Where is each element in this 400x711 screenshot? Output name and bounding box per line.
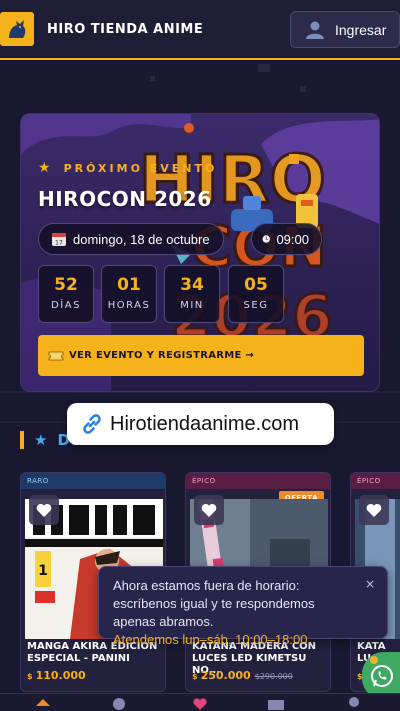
star-icon: ★ (34, 431, 48, 449)
countdown-hours-unit: HORAS (107, 300, 151, 311)
url-chip[interactable]: Hirotiendaanime.com (67, 403, 334, 445)
cart-icon (268, 700, 284, 710)
search-icon (113, 698, 125, 710)
price-value: 110.000 (35, 669, 86, 682)
status-dot (370, 656, 378, 664)
rarity-label: ÉPICO (186, 473, 330, 489)
top-header: HIRO TIENDA ANIME Ingresar (0, 0, 400, 60)
event-time: 09:00 (276, 231, 309, 247)
event-time-pill: 09:00 (251, 223, 322, 255)
home-icon (36, 699, 50, 706)
brand-logo[interactable] (0, 12, 34, 46)
event-eyebrow-text: PRÓXIMO EVENTO (63, 161, 218, 175)
heart-icon (36, 503, 52, 517)
dragon-icon (9, 20, 26, 38)
price-currency: $ (27, 672, 33, 681)
brand-name[interactable]: HIRO TIENDA ANIME (47, 22, 203, 37)
event-date-pill: 17 domingo, 18 de octubre (38, 223, 224, 255)
section-accent-bar (20, 431, 24, 449)
off-hours-notice: Ahora estamos fuera de horario: escríben… (98, 566, 388, 647)
countdown-minutes-value: 34 (180, 275, 204, 295)
close-icon[interactable]: × (365, 577, 375, 591)
calendar-icon: 17 (52, 233, 66, 247)
rarity-label: RARO (21, 473, 165, 489)
price-currency: $ (192, 672, 198, 681)
favorite-button[interactable] (359, 495, 389, 525)
price-value: 250.000 (200, 669, 251, 682)
event-eyebrow: ★ PRÓXIMO EVENTO (38, 160, 217, 176)
product-price: $250.000 $290.000 (192, 669, 293, 682)
countdown-hours: 01 HORAS (101, 265, 157, 323)
user-icon (349, 697, 359, 707)
link-icon (83, 414, 101, 434)
svg-text:17: 17 (55, 240, 63, 247)
countdown-days-unit: DÍAS (51, 300, 81, 311)
notice-message: Ahora estamos fuera de horario: escríben… (113, 578, 315, 629)
heart-icon (193, 698, 207, 710)
notice-hours: Atendemos lun–sáb, 10:00–18:00. (113, 632, 312, 647)
countdown-minutes-unit: MIN (180, 300, 204, 311)
event-register-button[interactable]: VER EVENTO Y REGISTRARME → (38, 335, 364, 376)
old-price: $290.000 (254, 672, 293, 681)
event-date: domingo, 18 de octubre (73, 231, 210, 247)
countdown-days: 52 DÍAS (38, 265, 94, 323)
event-card[interactable]: HIRO CON 2026 ★ PRÓXIMO EVENTO HIROCON 2… (20, 113, 380, 392)
star-icon: ★ (38, 160, 54, 176)
svg-text:1: 1 (38, 563, 48, 579)
url-text: Hirotiendaanime.com (110, 412, 299, 435)
favorite-button[interactable] (29, 495, 59, 525)
clock-icon (262, 235, 270, 243)
countdown-seconds-unit: SEG (243, 300, 269, 311)
countdown-minutes: 34 MIN (164, 265, 220, 323)
event-register-label: VER EVENTO Y REGISTRARME → (69, 350, 255, 361)
countdown-seconds: 05 SEG (228, 265, 284, 323)
countdown-days-value: 52 (54, 275, 78, 295)
favorite-button[interactable] (194, 495, 224, 525)
countdown-seconds-value: 05 (244, 275, 268, 295)
ticket-icon (48, 351, 64, 360)
heart-icon (201, 503, 217, 517)
whatsapp-icon (371, 665, 393, 687)
user-icon (306, 21, 324, 39)
login-button[interactable]: Ingresar (290, 11, 400, 48)
login-label: Ingresar (335, 21, 387, 38)
countdown-hours-value: 01 (117, 275, 141, 295)
event-title: HIROCON 2026 (38, 187, 212, 211)
bottom-navigation (0, 693, 400, 711)
rarity-label: ÉPICO (351, 473, 400, 489)
product-price: $110.000 (27, 669, 86, 682)
heart-icon (366, 503, 382, 517)
bottom-nav-icons (36, 697, 359, 710)
